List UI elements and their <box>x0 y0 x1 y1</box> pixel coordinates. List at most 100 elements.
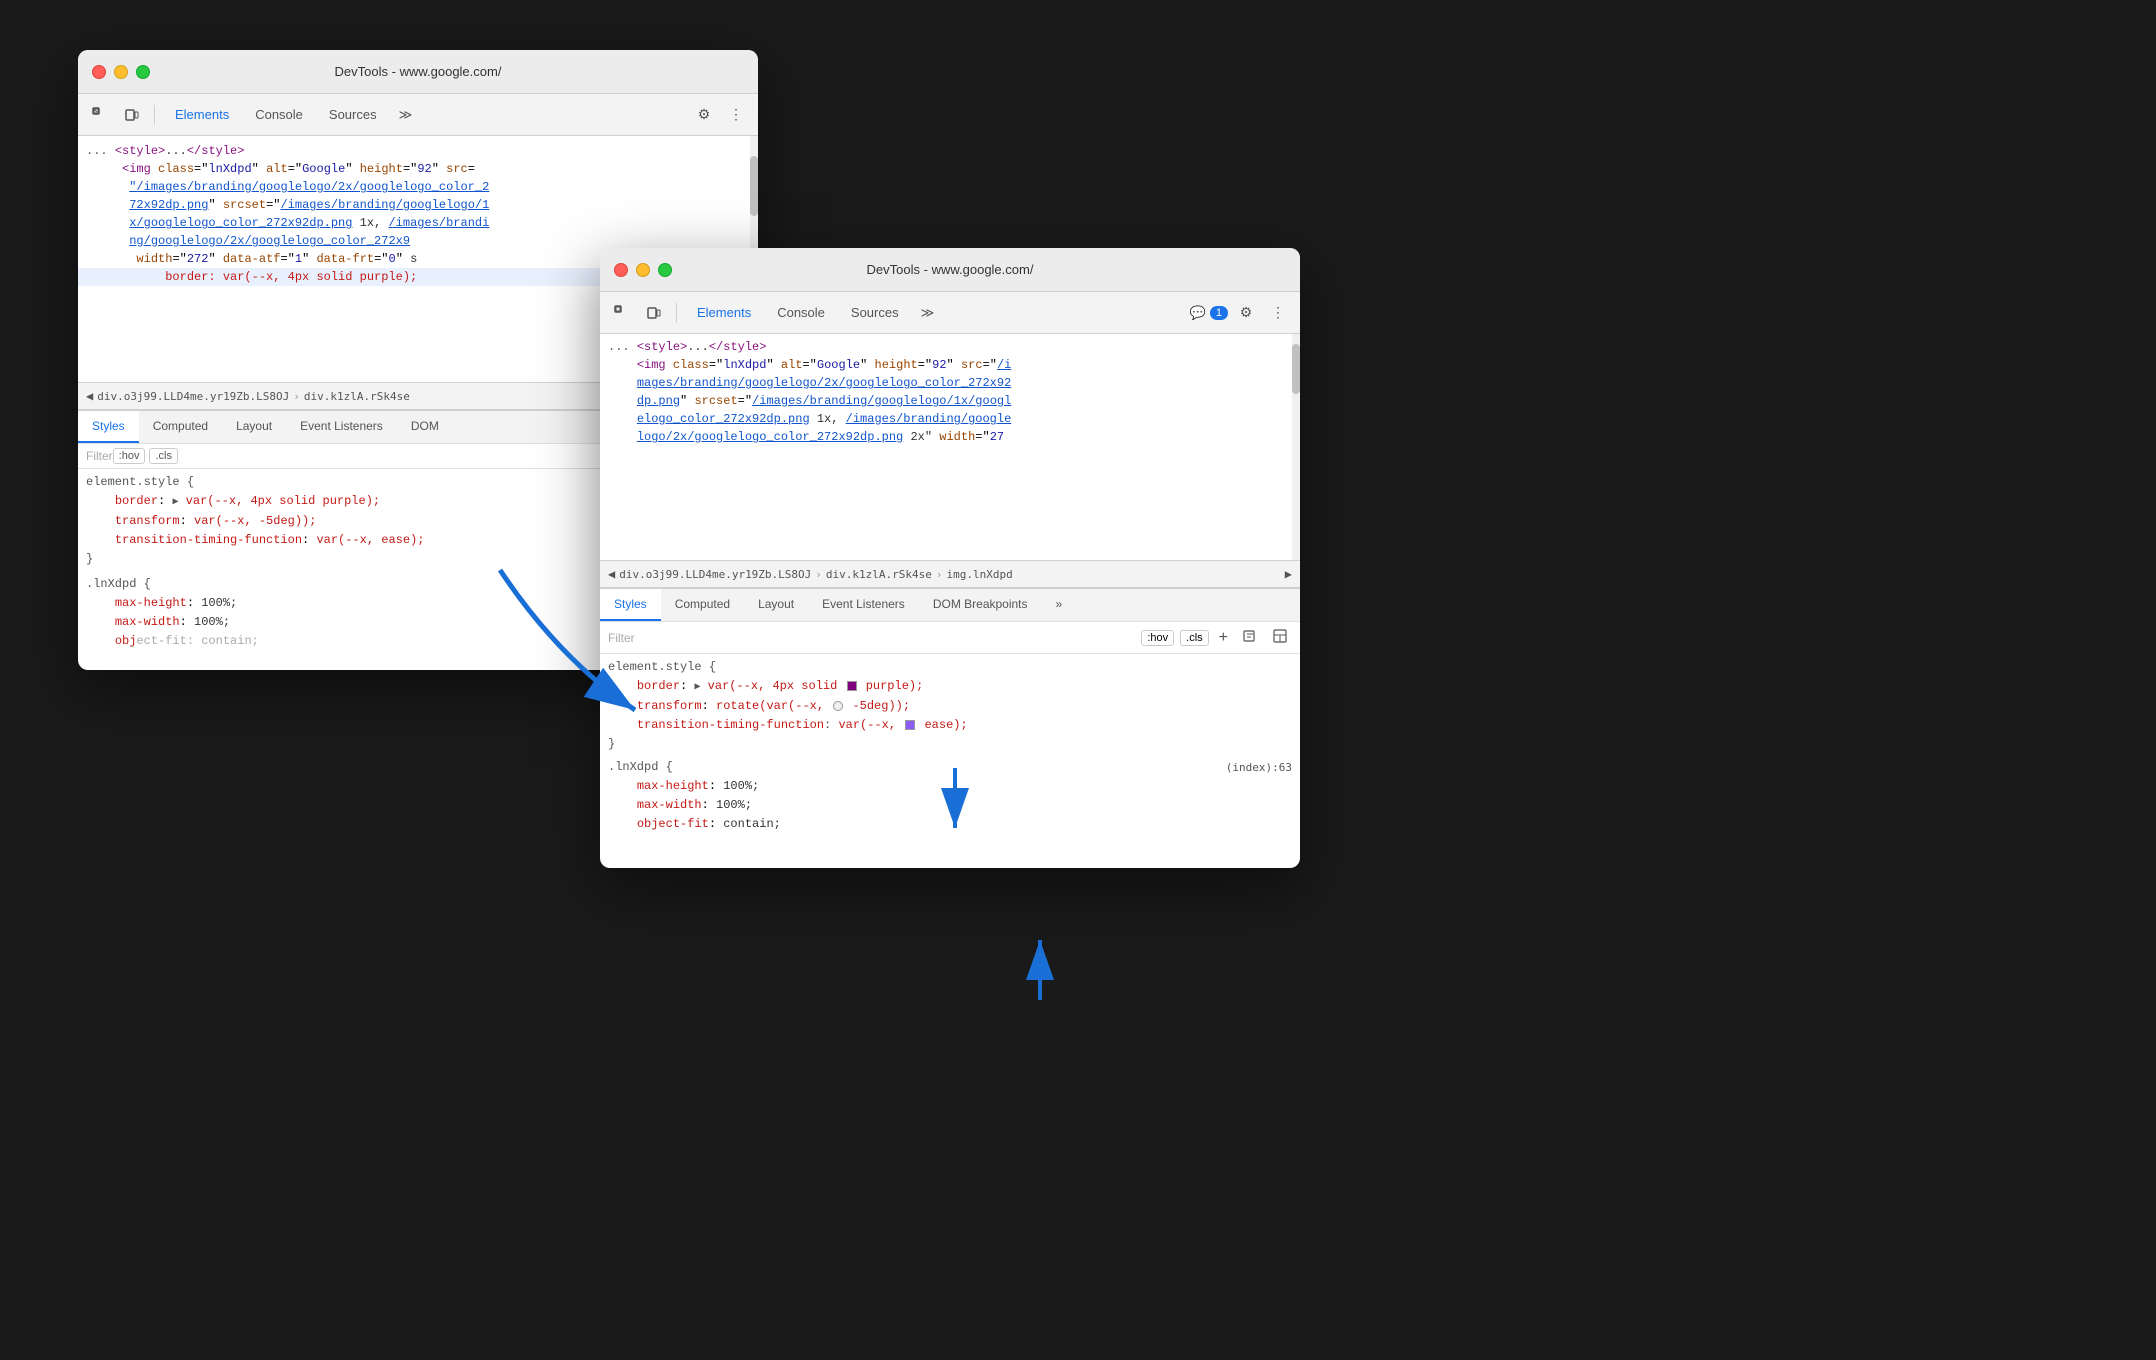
more-icon-2[interactable]: ⋮ <box>1264 299 1292 327</box>
more-icon-1[interactable]: ⋮ <box>722 101 750 129</box>
divider-1 <box>154 105 155 125</box>
css-rule-transition-2: transition-timing-function: var(--x, eas… <box>608 716 1292 735</box>
source-link[interactable]: (index):63 <box>1226 758 1292 777</box>
breadcrumb-item-1[interactable]: div.o3j99.LLD4me.yr19Zb.LS8OJ <box>97 390 289 403</box>
css-close-2: } <box>608 735 1292 754</box>
html-area-2: ... <style>...</style> <img class="lnXdp… <box>600 334 1300 560</box>
scrollbar-thumb-2[interactable] <box>1292 344 1300 394</box>
checkbox-swatch[interactable] <box>905 720 915 730</box>
close-button-2[interactable] <box>614 263 628 277</box>
html-line-img-2: <img class="lnXdpd" alt="Google" height=… <box>600 356 1300 374</box>
color-swatch-purple[interactable] <box>847 681 857 691</box>
new-style-icon[interactable] <box>1238 626 1262 649</box>
tab-more-styles-2[interactable]: » <box>1042 589 1077 621</box>
tab-elements-2[interactable]: Elements <box>685 299 763 326</box>
tab-styles-1[interactable]: Styles <box>78 411 139 443</box>
maximize-button-1[interactable] <box>136 65 150 79</box>
tab-dom-1[interactable]: DOM <box>397 411 453 443</box>
tab-layout-2[interactable]: Layout <box>744 589 808 621</box>
html-line-imgs-2: mages/branding/googlelogo/2x/googlelogo_… <box>600 374 1300 392</box>
tab-sources-1[interactable]: Sources <box>317 101 389 128</box>
tab-event-listeners-1[interactable]: Event Listeners <box>286 411 397 443</box>
css-selector-2: element.style { <box>608 658 1292 677</box>
breadcrumb-item-2[interactable]: div.k1zlA.rSk4se <box>304 390 410 403</box>
layout-icon[interactable] <box>1268 626 1292 649</box>
tab-more-2[interactable]: ≫ <box>913 299 943 327</box>
badge-2: 1 <box>1210 306 1228 320</box>
breadcrumb-item-2b[interactable]: div.k1zlA.rSk4se <box>826 568 932 581</box>
message-icon-2[interactable]: 💬 <box>1190 305 1206 321</box>
tab-elements-1[interactable]: Elements <box>163 101 241 128</box>
toolbar-2: Elements Console Sources ≫ 💬 1 ⚙ ⋮ <box>600 292 1300 334</box>
css-selector-lnxdpd-2: .lnXdpd { (index):63 <box>608 758 1292 777</box>
filter-actions-2: :hov .cls + <box>1141 626 1292 649</box>
tab-event-listeners-2[interactable]: Event Listeners <box>808 589 919 621</box>
tab-styles-2[interactable]: Styles <box>600 589 661 621</box>
css-scroll-2: element.style { border: ▶ var(--x, 4px s… <box>600 654 1300 868</box>
breadcrumb-sep-2a: › <box>815 568 822 581</box>
css-content-2: element.style { border: ▶ var(--x, 4px s… <box>600 654 1300 838</box>
toolbar-right-1: ⚙ ⋮ <box>690 101 750 129</box>
tab-sources-2[interactable]: Sources <box>839 299 911 326</box>
settings-icon-2[interactable]: ⚙ <box>1232 299 1260 327</box>
toolbar-right-2: 💬 1 ⚙ ⋮ <box>1190 299 1292 327</box>
filter-cls-2[interactable]: .cls <box>1180 630 1209 646</box>
html-line-img: <img class="lnXdpd" alt="Google" height=… <box>78 160 758 178</box>
html-line-src3: x/googlelogo_color_272x92dp.png 1x, /ima… <box>78 214 758 232</box>
traffic-lights-2 <box>614 263 672 277</box>
tab-layout-1[interactable]: Layout <box>222 411 286 443</box>
maximize-button-2[interactable] <box>658 263 672 277</box>
titlebar-1: DevTools - www.google.com/ <box>78 50 758 94</box>
window-title-2: DevTools - www.google.com/ <box>867 262 1034 277</box>
scrollbar-2[interactable] <box>1292 334 1300 560</box>
html-line-srcset3: logo/2x/googlelogo_color_272x92dp.png 2x… <box>600 428 1300 446</box>
html-line-style: ... <style>...</style> <box>78 136 758 160</box>
titlebar-2: DevTools - www.google.com/ <box>600 248 1300 292</box>
divider-2 <box>676 303 677 323</box>
styles-area-2: Styles Computed Layout Event Listeners D… <box>600 588 1300 868</box>
toolbar-tabs-1: Elements Console Sources ≫ <box>163 101 686 129</box>
breadcrumb-sep-1: › <box>293 390 300 403</box>
filter-cls-1[interactable]: .cls <box>149 448 178 464</box>
filter-placeholder-2: Filter <box>608 631 635 645</box>
device-icon-2[interactable] <box>640 299 668 327</box>
html-line-src2: 72x92dp.png" srcset="/images/branding/go… <box>78 196 758 214</box>
inspect-icon[interactable] <box>86 101 114 129</box>
html-line-src: "/images/branding/googlelogo/2x/googlelo… <box>78 178 758 196</box>
tab-console-2[interactable]: Console <box>765 299 837 326</box>
tab-computed-2[interactable]: Computed <box>661 589 744 621</box>
breadcrumb-item-2c[interactable]: img.lnXdpd <box>947 568 1013 581</box>
tab-console-1[interactable]: Console <box>243 101 315 128</box>
html-line-style-2: ... <style>...</style> <box>600 334 1300 356</box>
traffic-lights-1 <box>92 65 150 79</box>
filter-badges-1: :hov .cls <box>113 448 178 464</box>
toolbar-tabs-2: Elements Console Sources ≫ <box>685 299 1186 327</box>
minimize-button-2[interactable] <box>636 263 650 277</box>
breadcrumb-item-2a[interactable]: div.o3j99.LLD4me.yr19Zb.LS8OJ <box>619 568 811 581</box>
css-max-width-2: max-width: 100%; <box>608 796 1292 815</box>
filter-hov-1[interactable]: :hov <box>113 448 146 464</box>
tab-dom-breakpoints-2[interactable]: DOM Breakpoints <box>919 589 1042 621</box>
breadcrumb-arrow-1[interactable]: ◀ <box>86 389 93 403</box>
breadcrumb-2: ◀ div.o3j99.LLD4me.yr19Zb.LS8OJ › div.k1… <box>600 560 1300 588</box>
circle-swatch[interactable] <box>833 701 843 711</box>
tab-more-1[interactable]: ≫ <box>391 101 421 129</box>
scrollbar-thumb-1[interactable] <box>750 156 758 216</box>
breadcrumb-arrow-2[interactable]: ◀ <box>608 567 615 581</box>
tab-computed-1[interactable]: Computed <box>139 411 222 443</box>
device-icon[interactable] <box>118 101 146 129</box>
filter-hov-2[interactable]: :hov <box>1141 630 1174 646</box>
add-rule-icon[interactable]: + <box>1215 627 1232 649</box>
css-object-fit-2: object-fit: contain; <box>608 815 1292 834</box>
html-line-srcset2: elogo_color_272x92dp.png 1x, /images/bra… <box>600 410 1300 428</box>
filter-placeholder-1: Filter <box>86 449 113 463</box>
breadcrumb-right-arrow-2[interactable]: ▶ <box>1285 567 1292 581</box>
minimize-button-1[interactable] <box>114 65 128 79</box>
settings-icon-1[interactable]: ⚙ <box>690 101 718 129</box>
close-button-1[interactable] <box>92 65 106 79</box>
window-title-1: DevTools - www.google.com/ <box>335 64 502 79</box>
inspect-icon-2[interactable] <box>608 299 636 327</box>
breadcrumb-sep-2b: › <box>936 568 943 581</box>
filter-bar-2: Filter :hov .cls + <box>600 622 1300 654</box>
css-max-height-2: max-height: 100%; <box>608 777 1292 796</box>
